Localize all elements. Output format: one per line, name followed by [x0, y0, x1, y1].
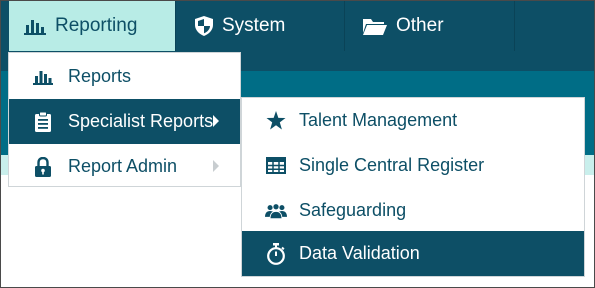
menu-item-label: Reports	[68, 66, 132, 86]
tab-label: System	[222, 15, 286, 36]
menu-item-label: Report Admin	[68, 156, 178, 176]
menu-item-label: Data Validation	[299, 243, 420, 263]
tab-system[interactable]: System	[176, 1, 344, 51]
tab-label: Reporting	[55, 15, 138, 36]
users-icon	[265, 202, 287, 220]
star-icon	[265, 111, 287, 130]
folder-open-icon	[363, 17, 387, 35]
menu-item-talent-management[interactable]: Talent Management	[242, 98, 584, 143]
menu-item-safeguarding[interactable]: Safeguarding	[242, 188, 584, 233]
chevron-right-icon	[213, 115, 219, 127]
menu-item-label: Single Central Register	[299, 155, 485, 175]
bar-chart-icon	[24, 17, 46, 35]
menu-item-report-admin[interactable]: Report Admin	[9, 144, 240, 189]
menu-item-specialist-reports[interactable]: Specialist Reports	[9, 99, 240, 144]
tab-reporting[interactable]: Reporting	[9, 1, 175, 51]
shield-icon	[195, 16, 213, 36]
bar-chart-icon	[32, 69, 54, 85]
tab-label: Other	[396, 15, 444, 36]
top-nav-bar: Reporting System Other	[1, 1, 594, 51]
chevron-right-icon	[213, 160, 219, 172]
specialist-reports-submenu: Talent Management Single Central Registe…	[241, 97, 585, 277]
reporting-dropdown-menu: Reports Specialist Reports Report Admin	[8, 52, 241, 187]
tab-other[interactable]: Other	[345, 1, 515, 51]
lock-icon	[32, 156, 54, 177]
menu-item-data-validation[interactable]: Data Validation	[242, 231, 584, 276]
table-icon	[265, 157, 287, 174]
stopwatch-icon	[265, 242, 287, 265]
menu-item-reports[interactable]: Reports	[9, 54, 240, 99]
menu-item-single-central-register[interactable]: Single Central Register	[242, 143, 584, 188]
menu-item-label: Talent Management	[299, 110, 458, 130]
menu-item-label: Specialist Reports	[68, 111, 214, 131]
app-window: Reporting System Other Reports Specialis…	[0, 0, 595, 288]
menu-item-label: Safeguarding	[299, 200, 407, 220]
clipboard-icon	[32, 111, 54, 132]
